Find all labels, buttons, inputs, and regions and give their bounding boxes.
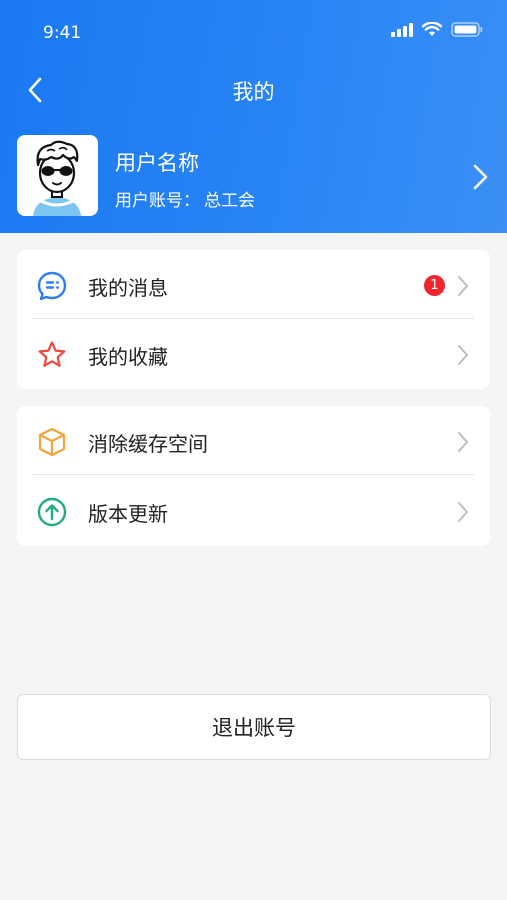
menu-item-label: 版本更新 xyxy=(88,502,168,526)
account-value: 总工会 xyxy=(204,191,255,211)
chevron-right-icon xyxy=(458,502,468,522)
profile-card[interactable]: 用户名称 用户账号： 总工会 xyxy=(17,135,507,217)
message-icon xyxy=(37,271,67,301)
upgrade-icon xyxy=(37,497,67,527)
account-label: 用户账号： xyxy=(115,191,200,211)
menu-item-label: 我的收藏 xyxy=(88,345,168,369)
menu-item-label: 我的消息 xyxy=(88,276,168,300)
status-icons xyxy=(391,22,483,37)
signal-icon xyxy=(391,22,413,37)
status-time: 9:41 xyxy=(43,23,82,43)
menu-group-1: 我的消息 1 我的收藏 xyxy=(17,250,490,389)
avatar-illustration xyxy=(33,140,81,216)
page-title: 我的 xyxy=(232,80,275,104)
battery-icon xyxy=(451,22,483,37)
menu-item-version-update[interactable]: 版本更新 xyxy=(17,476,490,545)
user-account: 用户账号： 总工会 xyxy=(115,186,255,211)
user-name: 用户名称 xyxy=(115,151,199,175)
chevron-right-icon xyxy=(458,432,468,452)
unread-badge: 1 xyxy=(424,275,445,296)
divider xyxy=(33,474,474,475)
menu-item-messages[interactable]: 我的消息 1 xyxy=(17,250,490,319)
menu-item-favorites[interactable]: 我的收藏 xyxy=(17,319,490,388)
star-icon xyxy=(38,341,66,367)
menu-group-2: 消除缓存空间 版本更新 xyxy=(17,406,490,546)
header: 9:41 我的 用户名称 用户账号： 总工会 xyxy=(0,0,507,233)
status-bar: 9:41 xyxy=(0,0,507,60)
wifi-icon xyxy=(422,22,442,36)
menu-item-label: 消除缓存空间 xyxy=(88,432,208,456)
avatar[interactable] xyxy=(17,135,98,216)
chevron-right-icon xyxy=(458,276,468,296)
chevron-right-icon[interactable] xyxy=(468,162,492,192)
chevron-right-icon xyxy=(458,345,468,365)
menu-item-clear-cache[interactable]: 消除缓存空间 xyxy=(17,406,490,475)
logout-button[interactable]: 退出账号 xyxy=(17,694,491,760)
box-icon xyxy=(38,427,66,457)
